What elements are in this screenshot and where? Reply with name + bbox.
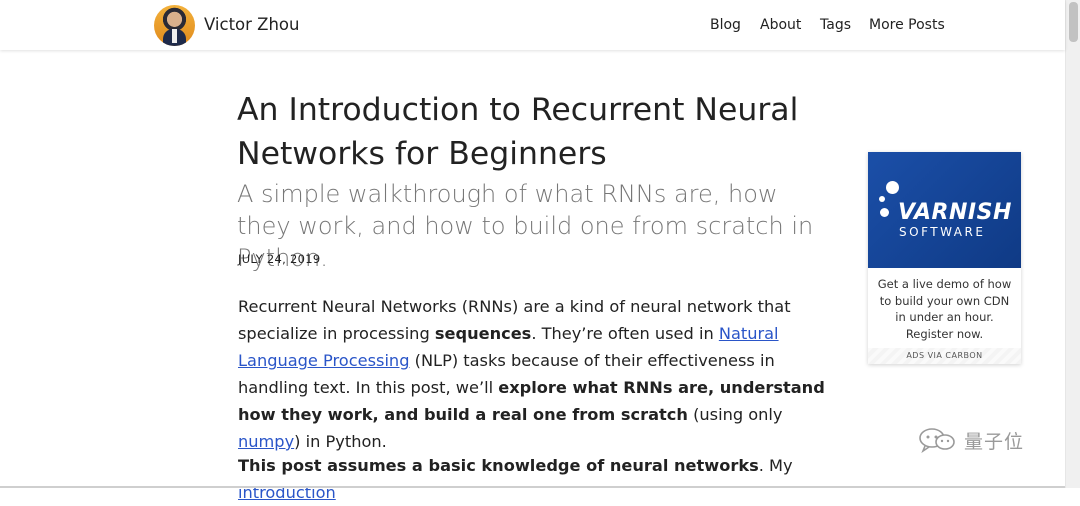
article-subtitle: A simple walkthrough of what RNNs are, h… bbox=[237, 180, 814, 272]
scrollbar-thumb[interactable] bbox=[1069, 2, 1078, 42]
watermark-text: 量子位 bbox=[964, 430, 1025, 453]
article-title: An Introduction to Recurrent Neural Netw… bbox=[237, 92, 799, 172]
ad-brand: VARNISH bbox=[898, 200, 1012, 225]
bold-text: This post assumes a basic knowledge of n… bbox=[238, 456, 759, 475]
site-header: Victor Zhou Blog About Tags More Posts bbox=[0, 0, 1065, 50]
numpy-link[interactable]: numpy bbox=[238, 432, 294, 451]
bold-text: sequences bbox=[434, 324, 532, 343]
watermark: 量子位 bbox=[918, 425, 1024, 455]
nav-more-posts[interactable]: More Posts bbox=[869, 17, 945, 33]
scrollbar[interactable] bbox=[1065, 0, 1080, 488]
site-name-link[interactable]: Victor Zhou bbox=[204, 15, 300, 34]
carbon-ad[interactable]: VARNISH SOFTWARE Get a live demo of how … bbox=[868, 152, 1021, 364]
text: ) in Python. bbox=[294, 432, 387, 451]
logo-dot bbox=[886, 181, 899, 194]
ad-image[interactable]: VARNISH SOFTWARE bbox=[868, 152, 1021, 268]
ad-brand-sub: SOFTWARE bbox=[899, 225, 986, 239]
avatar-shirt bbox=[172, 29, 177, 43]
nav-tags[interactable]: Tags bbox=[820, 17, 851, 33]
text: (using only bbox=[687, 405, 783, 424]
nav-blog[interactable]: Blog bbox=[710, 17, 741, 33]
nav-about[interactable]: About bbox=[760, 17, 801, 33]
assumption-paragraph: This post assumes a basic knowledge of n… bbox=[238, 452, 828, 506]
avatar[interactable] bbox=[154, 5, 195, 46]
article-date: JULY 24, 2019 bbox=[238, 252, 321, 266]
text: . They’re often used in bbox=[531, 324, 719, 343]
intro-paragraph: Recurrent Neural Networks (RNNs) are a k… bbox=[238, 293, 828, 455]
logo-dot bbox=[879, 196, 885, 202]
ad-text[interactable]: Get a live demo of how to build your own… bbox=[876, 276, 1013, 342]
ad-footer[interactable]: ADS VIA CARBON bbox=[868, 348, 1021, 364]
text: . My bbox=[758, 456, 793, 475]
logo-dot bbox=[880, 208, 889, 217]
wechat-icon bbox=[919, 428, 955, 453]
